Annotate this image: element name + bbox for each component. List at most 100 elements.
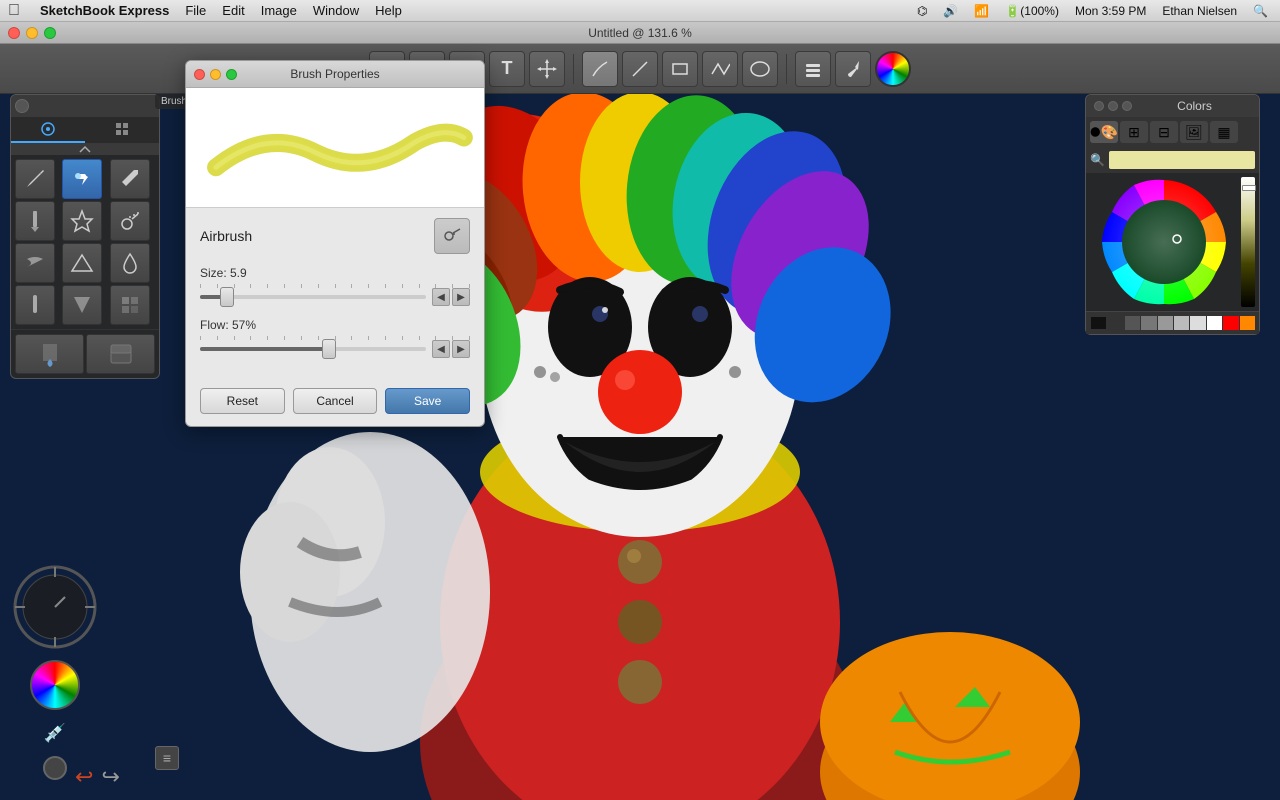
swatch-tab[interactable]: ⊞: [1120, 121, 1148, 143]
edit-menu[interactable]: Edit: [214, 0, 252, 22]
brightness-thumb[interactable]: [1242, 185, 1256, 191]
water-btn[interactable]: [110, 243, 150, 283]
custom-btn[interactable]: [110, 285, 150, 325]
size-decrease-btn[interactable]: ◀: [432, 288, 450, 306]
flow-slider[interactable]: [200, 347, 426, 351]
colors-min-btn[interactable]: [1108, 101, 1118, 111]
rotation-wheel[interactable]: [10, 562, 100, 652]
separator-2: [786, 54, 787, 84]
brush-icon-btn[interactable]: [434, 218, 470, 254]
marker-btn[interactable]: [110, 159, 150, 199]
hue-tab[interactable]: 🎨: [1090, 121, 1118, 143]
smear-btn[interactable]: [15, 243, 55, 283]
minimize-button[interactable]: [26, 27, 38, 39]
window-menu[interactable]: Window: [305, 0, 367, 22]
menubar:  SketchBook Express File Edit Image Win…: [0, 0, 1280, 22]
image-menu[interactable]: Image: [253, 0, 305, 22]
size-increase-btn[interactable]: ▶: [452, 288, 470, 306]
ellipse-tool-btn[interactable]: [742, 51, 778, 87]
airbrush-btn[interactable]: [62, 159, 102, 199]
time-display: Mon 3:59 PM: [1071, 4, 1150, 18]
dialog-body: Airbrush Size: 5.9: [186, 208, 484, 380]
reset-button[interactable]: Reset: [200, 388, 285, 414]
bottom-tools: 💉: [10, 562, 100, 780]
colorwheel-wrapper[interactable]: [1090, 177, 1237, 307]
brush-preset-btn[interactable]: [835, 51, 871, 87]
bluetooth-icon: ⌬: [913, 4, 931, 18]
redo-btn[interactable]: ↪: [101, 764, 119, 790]
pencil-btn[interactable]: [15, 159, 55, 199]
color-wheel-btn[interactable]: [875, 51, 911, 87]
hue-wheel[interactable]: [30, 660, 80, 710]
text-tool-btn[interactable]: T: [489, 51, 525, 87]
brightness-slider[interactable]: [1241, 177, 1255, 307]
wifi-icon: 📶: [970, 4, 993, 18]
dialog-maximize-btn[interactable]: [226, 69, 237, 80]
fill-bucket-btn[interactable]: [15, 334, 84, 374]
search-icon[interactable]: 🔍: [1249, 4, 1272, 18]
current-color-display[interactable]: [1109, 151, 1255, 169]
wave-tool-btn[interactable]: [702, 51, 738, 87]
shape-btn[interactable]: [62, 285, 102, 325]
swatch-8[interactable]: [1223, 316, 1238, 330]
close-button[interactable]: [8, 27, 20, 39]
save-button[interactable]: Save: [385, 388, 470, 414]
size-arrows: ◀ ▶: [432, 288, 470, 306]
swatch-2[interactable]: [1125, 316, 1140, 330]
swatch-0[interactable]: [1090, 316, 1107, 330]
swatch-1[interactable]: [1108, 316, 1123, 330]
cancel-button[interactable]: Cancel: [293, 388, 378, 414]
nav-btn[interactable]: ≡: [155, 746, 179, 770]
swatch-6[interactable]: [1190, 316, 1205, 330]
flow-increase-btn[interactable]: ▶: [452, 340, 470, 358]
help-menu[interactable]: Help: [367, 0, 410, 22]
eyedropper-btn[interactable]: 💉: [40, 718, 70, 748]
collapse-btn[interactable]: [11, 143, 159, 155]
separator-1: [573, 54, 574, 84]
menubar-right: ⌬ 🔊 📶 🔋(100%) Mon 3:59 PM Ethan Nielsen …: [913, 4, 1272, 18]
gradient-tab[interactable]: ▦: [1210, 121, 1238, 143]
rect-tool-btn[interactable]: [662, 51, 698, 87]
app-titlebar: Untitled @ 131.6 %: [0, 22, 1280, 44]
flow-arrows: ◀ ▶: [432, 340, 470, 358]
file-menu[interactable]: File: [177, 0, 214, 22]
size-slider[interactable]: [200, 295, 426, 299]
tools-panel: [10, 94, 160, 379]
layers-tool-btn[interactable]: [795, 51, 831, 87]
swatch-9[interactable]: [1240, 316, 1255, 330]
pen-tool-btn[interactable]: [582, 51, 618, 87]
pen2-btn[interactable]: [15, 285, 55, 325]
swatch-4[interactable]: [1158, 316, 1173, 330]
color-wheel[interactable]: [1099, 177, 1229, 307]
transform-tool-btn[interactable]: [529, 51, 565, 87]
search-icon: 🔍: [1090, 153, 1105, 167]
dialog-close-btn[interactable]: [194, 69, 205, 80]
undo-btn[interactable]: ↩: [75, 764, 93, 790]
app-name[interactable]: SketchBook Express: [32, 0, 177, 22]
colors-max-btn[interactable]: [1122, 101, 1132, 111]
colors-traffic-lights: [1094, 101, 1132, 111]
grid-tab[interactable]: ⊟: [1150, 121, 1178, 143]
fill-btn[interactable]: [62, 243, 102, 283]
chisel-btn[interactable]: [15, 201, 55, 241]
colors-close-btn[interactable]: [1094, 101, 1104, 111]
grid-tab[interactable]: [85, 117, 159, 143]
colors-panel-header: Colors: [1086, 95, 1259, 117]
flow-decrease-btn[interactable]: ◀: [432, 340, 450, 358]
swatch-3[interactable]: [1141, 316, 1156, 330]
volume-icon: 🔊: [939, 4, 962, 18]
blend-btn[interactable]: [62, 201, 102, 241]
swatch-5[interactable]: [1174, 316, 1189, 330]
small-tool-circle[interactable]: [43, 756, 67, 780]
size-slider-row: ◀ ▶: [200, 288, 470, 306]
maximize-button[interactable]: [44, 27, 56, 39]
apple-menu[interactable]: : [8, 2, 20, 20]
spray-btn[interactable]: [110, 201, 150, 241]
swatch-7[interactable]: [1207, 316, 1222, 330]
photo-tab[interactable]: 🖼: [1180, 121, 1208, 143]
brush-tab[interactable]: [11, 117, 85, 143]
line-tool-btn[interactable]: [622, 51, 658, 87]
window-title: Untitled @ 131.6 %: [588, 26, 692, 40]
layers-btn[interactable]: [86, 334, 155, 374]
dialog-minimize-btn[interactable]: [210, 69, 221, 80]
